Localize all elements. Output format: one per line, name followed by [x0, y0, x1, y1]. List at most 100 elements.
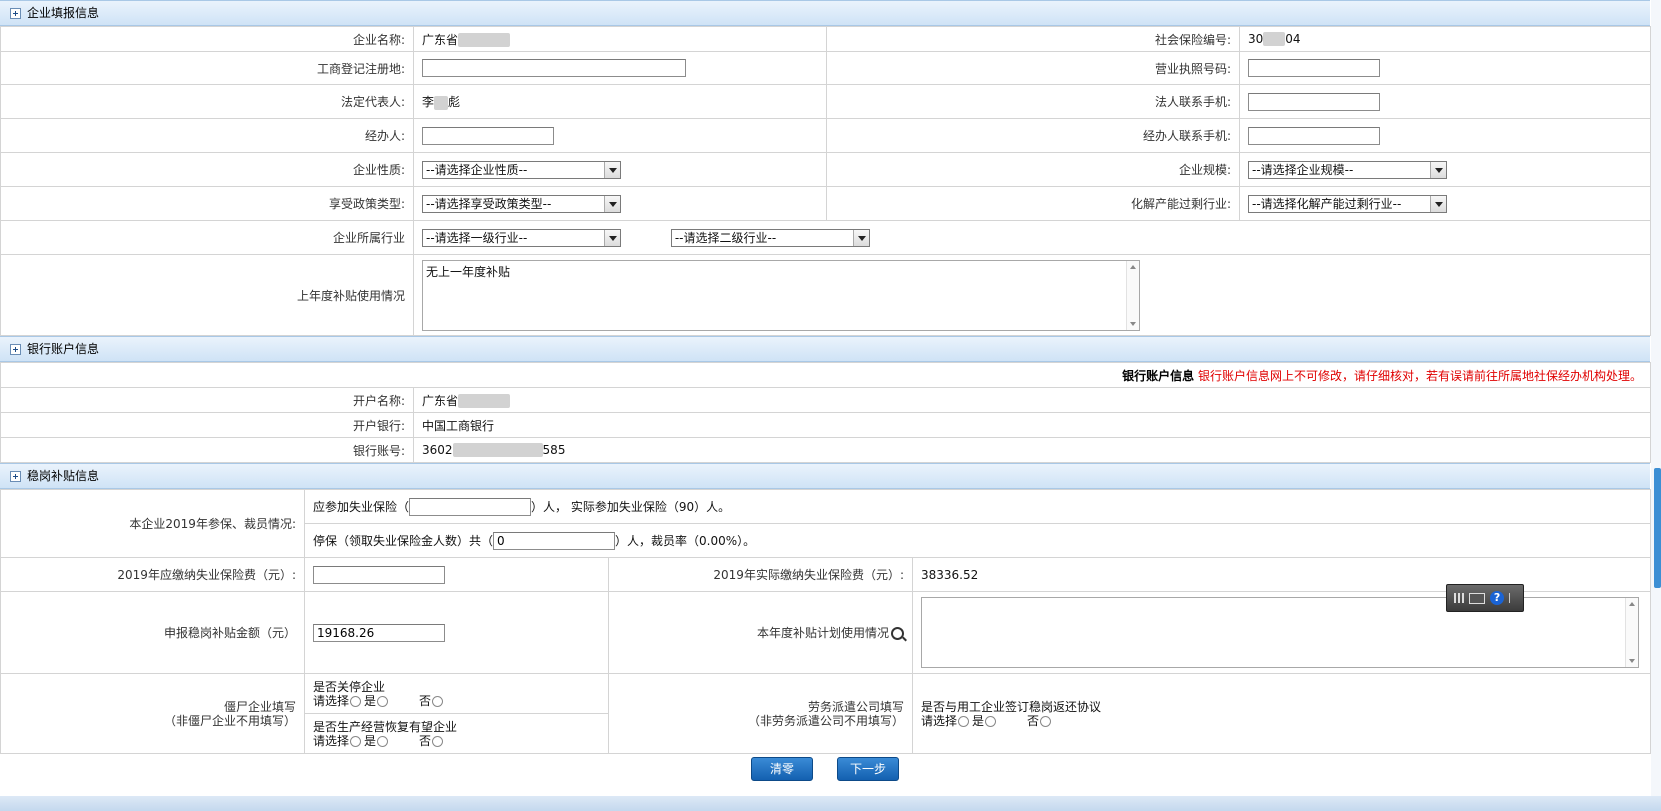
redacted-blur: [1263, 32, 1286, 47]
bank-value: 中国工商银行: [412, 412, 1652, 438]
apply-amount-label: 申报稳岗补贴金额（元）: [0, 591, 305, 674]
radio-choose[interactable]: [350, 695, 362, 707]
expand-icon[interactable]: [10, 7, 21, 19]
enterprise-table: 企业名称: 广东省 社会保险编号: 30 04 工商登记注册地: 营业执照号码: …: [0, 26, 1651, 221]
stop-input[interactable]: [493, 531, 616, 550]
plan-textarea[interactable]: [921, 597, 1639, 668]
dispatch-label: 劳务派遣公司填写 （非劳务派遣公司不用填写）: [608, 673, 913, 754]
company-name-value: 广东省: [413, 26, 827, 52]
legal-phone-label: 法人联系手机:: [826, 84, 1240, 119]
scale-select[interactable]: --请选择企业规模--: [1248, 160, 1447, 179]
help-icon[interactable]: ?: [1490, 591, 1505, 605]
radio-yes[interactable]: [377, 695, 389, 707]
company-name-label: 企业名称:: [0, 26, 414, 52]
section-title: 稳岗补贴信息: [27, 469, 100, 483]
legal-phone-input[interactable]: [1248, 92, 1380, 111]
insurance-no-value: 30 04: [1239, 26, 1651, 52]
keyboard-icon[interactable]: [1468, 592, 1485, 604]
staff-label: 本企业2019年参保、裁员情况:: [0, 489, 305, 558]
last-year-textarea[interactable]: 无上一年度补贴: [422, 259, 1140, 331]
scale-label: 企业规模:: [826, 152, 1240, 187]
radio-no[interactable]: [432, 695, 444, 707]
form-page: 企业填报信息 企业名称: 广东省 社会保险编号: 30 04 工商登记注册地: 营…: [0, 0, 1652, 784]
legal-rep-label: 法定代表人:: [0, 84, 414, 119]
industry1-select[interactable]: --请选择一级行业--: [422, 228, 621, 247]
dispatch-cell: 是否与用工企业签订稳岗返还协议 请选择是否: [912, 673, 1651, 754]
handler-input[interactable]: [422, 126, 554, 145]
should-fee-input[interactable]: [313, 565, 445, 584]
scrollbar-thumb[interactable]: [1654, 468, 1661, 588]
license-label: 营业执照号码:: [826, 51, 1240, 85]
enterprise-table-2: 企业所属行业 --请选择一级行业-- --请选择二级行业-- 上年度补贴使用情况…: [0, 220, 1651, 336]
button-bar: 清零 下一步: [0, 754, 1650, 784]
chevron-down-icon[interactable]: [604, 195, 620, 212]
industry2-select[interactable]: --请选择二级行业--: [670, 228, 870, 247]
policy-label: 享受政策类型:: [0, 186, 414, 221]
subsidy-table: 本企业2019年参保、裁员情况: 应参加失业保险（ ）人， 实际参加失业保险（90…: [0, 489, 1651, 754]
should-fee-label: 2019年应缴纳失业保险费（元）:: [0, 557, 305, 592]
reg-addr-label: 工商登记注册地:: [0, 51, 414, 85]
policy-select[interactable]: --请选择享受政策类型--: [422, 194, 621, 213]
next-button[interactable]: 下一步: [837, 757, 899, 781]
redacted-blur: [452, 443, 543, 458]
radio-no[interactable]: [432, 735, 444, 747]
insurance-no-label: 社会保险编号:: [826, 26, 1240, 52]
scrollbar[interactable]: [1126, 260, 1139, 330]
reg-addr-input[interactable]: [422, 59, 686, 77]
dispatch-radios: 请选择是否: [921, 714, 1642, 728]
bottom-band: [0, 796, 1661, 811]
chevron-down-icon[interactable]: [604, 161, 620, 178]
radio-yes[interactable]: [377, 735, 389, 747]
overcap-select[interactable]: --请选择化解产能过剩行业--: [1248, 194, 1447, 213]
zombie-q1-cell: 是否关停企业 请选择是否: [304, 673, 609, 714]
should-insured-input[interactable]: [409, 497, 532, 516]
radio-choose[interactable]: [350, 735, 362, 747]
last-year-label: 上年度补贴使用情况: [0, 254, 414, 336]
grid-icon[interactable]: [1453, 593, 1464, 603]
overcap-label: 化解产能过剩行业:: [826, 186, 1240, 221]
zombie-q1-radios: 请选择是否: [313, 694, 600, 708]
apply-amount-input[interactable]: [313, 623, 445, 642]
industry-label: 企业所属行业: [0, 220, 414, 255]
license-input[interactable]: [1248, 59, 1380, 77]
nature-label: 企业性质:: [0, 152, 414, 187]
radio-yes[interactable]: [985, 715, 997, 727]
should-insured-row: 应参加失业保险（ ）人， 实际参加失业保险（90）人。: [304, 489, 1651, 524]
nature-select[interactable]: --请选择企业性质--: [422, 160, 621, 179]
bank-table: 银行账户信息 银行账户信息网上不可修改，请仔细核对，若有误请前往所属地社保经办机…: [0, 362, 1652, 463]
dropdown-icon[interactable]: [1509, 593, 1516, 603]
floating-toolbar[interactable]: ?: [1446, 584, 1524, 612]
bank-label: 开户银行:: [0, 412, 414, 438]
chevron-down-icon[interactable]: [1430, 195, 1446, 212]
redacted-blur: [434, 95, 449, 110]
zombie-q2-radios: 请选择是否: [313, 734, 600, 748]
radio-choose[interactable]: [958, 715, 970, 727]
chevron-down-icon[interactable]: [604, 229, 620, 246]
acct-no-value: 3602 585: [412, 437, 1652, 463]
section-header-enterprise[interactable]: 企业填报信息: [0, 0, 1650, 26]
zombie-label: 僵尸企业填写 （非僵尸企业不用填写）: [0, 673, 305, 754]
handler-label: 经办人:: [0, 118, 414, 153]
section-header-bank[interactable]: 银行账户信息: [0, 336, 1650, 362]
section-title: 企业填报信息: [27, 6, 100, 20]
page-scrollbar[interactable]: [1651, 0, 1661, 811]
bank-notice: 银行账户信息 银行账户信息网上不可修改，请仔细核对，若有误请前往所属地社保经办机…: [0, 362, 1652, 388]
search-icon[interactable]: [891, 627, 904, 640]
clear-button[interactable]: 清零: [751, 757, 813, 781]
expand-icon[interactable]: [10, 343, 21, 355]
section-header-subsidy[interactable]: 稳岗补贴信息: [0, 463, 1650, 489]
section-title: 银行账户信息: [27, 342, 100, 356]
handler-phone-input[interactable]: [1248, 126, 1380, 145]
plan-label: 本年度补贴计划使用情况: [608, 591, 913, 674]
actual-fee-value: 38336.52: [912, 557, 1651, 592]
scrollbar[interactable]: [1625, 598, 1638, 667]
acct-no-label: 银行账号:: [0, 437, 414, 463]
radio-no[interactable]: [1040, 715, 1052, 727]
chevron-down-icon[interactable]: [852, 229, 869, 246]
redacted-blur: [458, 33, 511, 47]
chevron-down-icon[interactable]: [1430, 161, 1446, 178]
expand-icon[interactable]: [10, 470, 21, 482]
zombie-q2-cell: 是否生产经营恢复有望企业 请选择是否: [304, 713, 609, 754]
redacted-blur: [458, 394, 511, 408]
stop-row: 停保（领取失业保险金人数）共（）人，裁员率（0.00%）。: [304, 523, 1651, 558]
